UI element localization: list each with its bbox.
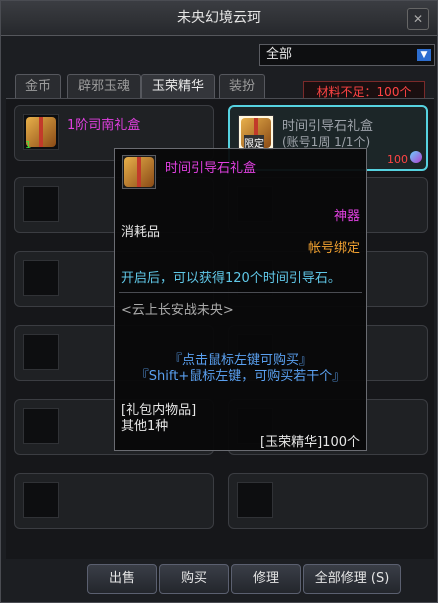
divider (119, 292, 362, 293)
item-icon (237, 482, 273, 518)
shop-item-slot-empty[interactable] (228, 473, 428, 529)
item-icon (23, 408, 59, 444)
gift-box-icon (122, 155, 156, 189)
item-icon (23, 260, 59, 296)
item-count: 1 (25, 140, 32, 151)
yurong-jinghua-icon (410, 151, 422, 163)
tooltip-contents: 其他1种 (121, 419, 169, 434)
action-bar: 出售 购买 修理 全部修理 (S) (1, 561, 437, 603)
tooltip-type: 消耗品 (121, 225, 161, 240)
tooltip-hint-shift: 『Shift+鼠标左键，可购买若干个』 (135, 369, 346, 384)
shop-item-slot-empty[interactable] (14, 473, 214, 529)
tooltip-source: <云上长安战未央> (121, 303, 234, 318)
shop-window: 未央幻境云珂 ✕ 全部 ▼ 金币 辟邪玉魂 玉荣精华 装扮 材料不足：100个 … (0, 0, 438, 603)
item-name: 1阶司南礼盒 (67, 118, 141, 133)
tab-yurong-jinghua[interactable]: 玉荣精华 (141, 74, 215, 99)
chevron-down-icon[interactable]: ▼ (417, 49, 431, 61)
tooltip-bind: 帐号绑定 (307, 241, 360, 256)
window-title: 未央幻境云珂 (1, 1, 437, 36)
filter-value: 全部 (266, 47, 293, 62)
item-tooltip: 时间引导石礼盒 神器 消耗品 帐号绑定 开启后，可以获得120个时间引导石。 <… (114, 148, 367, 451)
sell-button[interactable]: 出售 (87, 564, 157, 594)
repair-button[interactable]: 修理 (231, 564, 301, 594)
filter-dropdown[interactable]: 全部 ▼ (259, 44, 435, 66)
item-icon (23, 186, 59, 222)
tooltip-cost: [玉荣精华]100个 (260, 435, 360, 450)
tooltip-rarity: 神器 (333, 209, 360, 224)
item-price: 100 (387, 153, 408, 166)
tab-costume[interactable]: 装扮 (219, 74, 265, 99)
tab-bixie-yuhun[interactable]: 辟邪玉魂 (67, 74, 141, 99)
repair-all-button[interactable]: 全部修理 (S) (303, 564, 401, 594)
tooltip-description: 开启后，可以获得120个时间引导石。 (121, 271, 341, 286)
close-icon[interactable]: ✕ (407, 8, 429, 30)
tooltip-title: 时间引导石礼盒 (165, 161, 257, 176)
item-icon (23, 482, 59, 518)
buy-button[interactable]: 购买 (159, 564, 229, 594)
item-name: 时间引导石礼盒 (282, 119, 374, 134)
item-icon (23, 334, 59, 370)
tab-gold[interactable]: 金币 (15, 74, 61, 99)
